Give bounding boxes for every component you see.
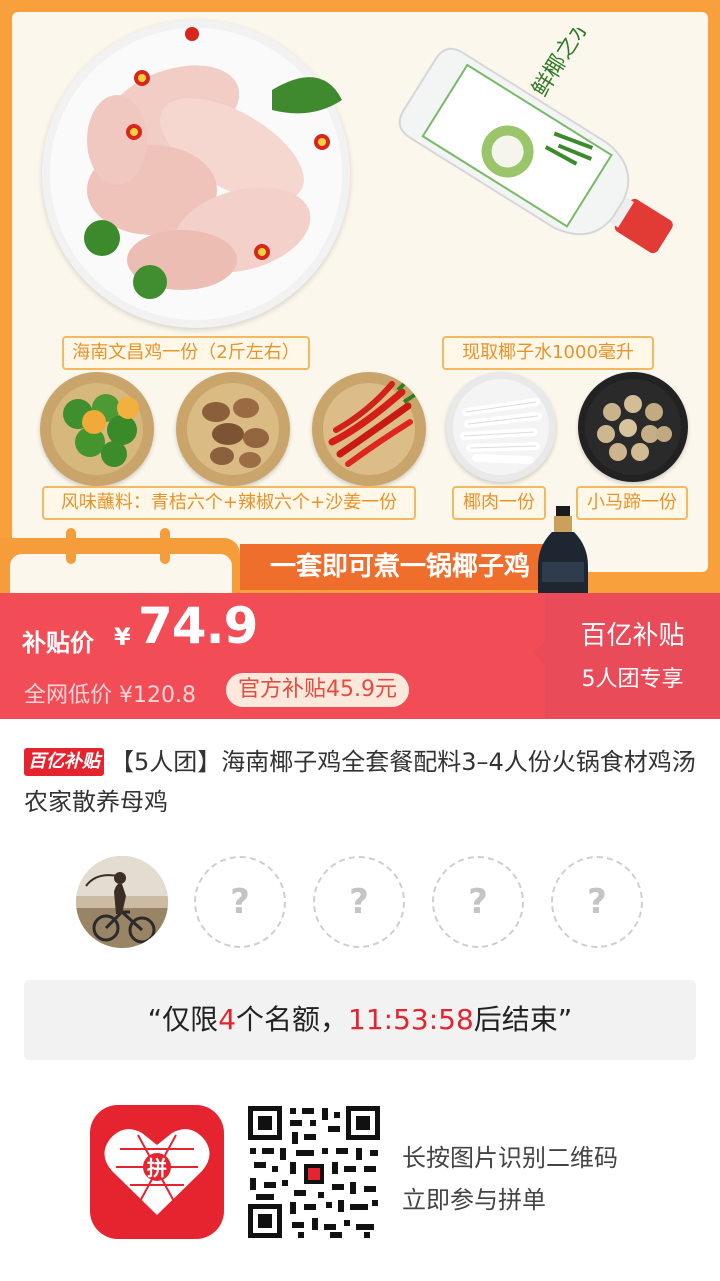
original-price: 全网低价 ¥120.8 <box>24 683 196 708</box>
price-value: 74.9 <box>138 597 258 655</box>
empty-member-slot: ? <box>194 856 286 948</box>
coconut-water-bottle-image: 鲜椰之水 <box>380 13 700 328</box>
empty-member-slot: ? <box>432 856 524 948</box>
chili-bowl-image <box>312 372 426 486</box>
slogan-area: 一套即可煮一锅椰子鸡 <box>0 528 720 593</box>
countdown-timer: 11:53:58 <box>348 1003 474 1036</box>
product-title: 百亿补贴 【5人团】海南椰子鸡全套餐配料3–4人份火锅食材鸡汤农家散养母鸡 <box>24 742 700 822</box>
water-chestnut-bowl-image <box>578 372 688 482</box>
currency-symbol: ¥ <box>114 623 131 651</box>
slogan-tab <box>0 528 240 593</box>
slots-remaining: 4 <box>218 1003 237 1036</box>
promo-group-text: 5人团专享 <box>581 667 684 692</box>
qr-instruction: 长按图片识别二维码 <box>402 1144 618 1172</box>
member-avatar <box>76 856 168 948</box>
group-countdown: “仅限4个名额，11:53:58后结束” <box>24 980 696 1060</box>
coconut-meat-bowl-image <box>446 372 556 482</box>
coconut-meat-label: 椰肉一份 <box>452 486 546 520</box>
empty-member-slot: ? <box>551 856 643 948</box>
svg-text:鲜椰之水: 鲜椰之水 <box>528 28 596 101</box>
tab-pin-left <box>66 528 76 564</box>
sand-ginger-bowl-image <box>176 372 290 486</box>
subsidy-price-label: 补贴价 <box>22 629 94 657</box>
chicken-label: 海南文昌鸡一份（2斤左右） <box>62 336 310 370</box>
chicken-plate-image <box>42 20 350 328</box>
qr-code[interactable] <box>246 1104 382 1240</box>
tab-pin-right <box>160 528 170 564</box>
product-image-banner[interactable]: 鲜椰之水 海南文昌鸡一份（2斤左右） 现取椰子水1000毫升 风味蘸料：青桔六个… <box>0 0 720 593</box>
empty-member-slot: ? <box>313 856 405 948</box>
green-lime-bowl-image <box>40 372 154 486</box>
promo-title: 百亿补贴 <box>580 621 685 651</box>
subsidy-badge: 百亿补贴 <box>24 748 104 776</box>
group-members-row: ? ? ? ? <box>76 856 676 952</box>
slogan-tab-inner <box>10 554 232 593</box>
water-chestnut-label: 小马蹄一份 <box>576 486 688 520</box>
price-strip: 补贴价 ¥ 74.9 全网低价 ¥120.8 官方补贴45.9元 百亿补贴 5人… <box>0 593 720 719</box>
coconut-water-label: 现取椰子水1000毫升 <box>442 336 654 370</box>
pinduoduo-logo: 拼 <box>90 1105 224 1239</box>
slogan-text: 一套即可煮一锅椰子鸡 <box>240 544 560 590</box>
countdown-suffix: 后结束” <box>473 1003 573 1036</box>
official-subsidy-badge: 官方补贴45.9元 <box>226 673 409 707</box>
countdown-middle: 个名额， <box>236 1003 349 1036</box>
soy-sauce-bottle-image <box>536 506 590 593</box>
svg-text:拼: 拼 <box>147 1156 167 1180</box>
product-title-text: 【5人团】海南椰子鸡全套餐配料3–4人份火锅食材鸡汤农家散养母鸡 <box>24 748 696 816</box>
countdown-prefix: “仅限 <box>147 1003 219 1036</box>
dipping-sauce-label: 风味蘸料：青桔六个+辣椒六个+沙姜一份 <box>42 486 416 520</box>
join-group-text: 立即参与拼单 <box>402 1186 546 1214</box>
promo-panel <box>545 593 720 719</box>
